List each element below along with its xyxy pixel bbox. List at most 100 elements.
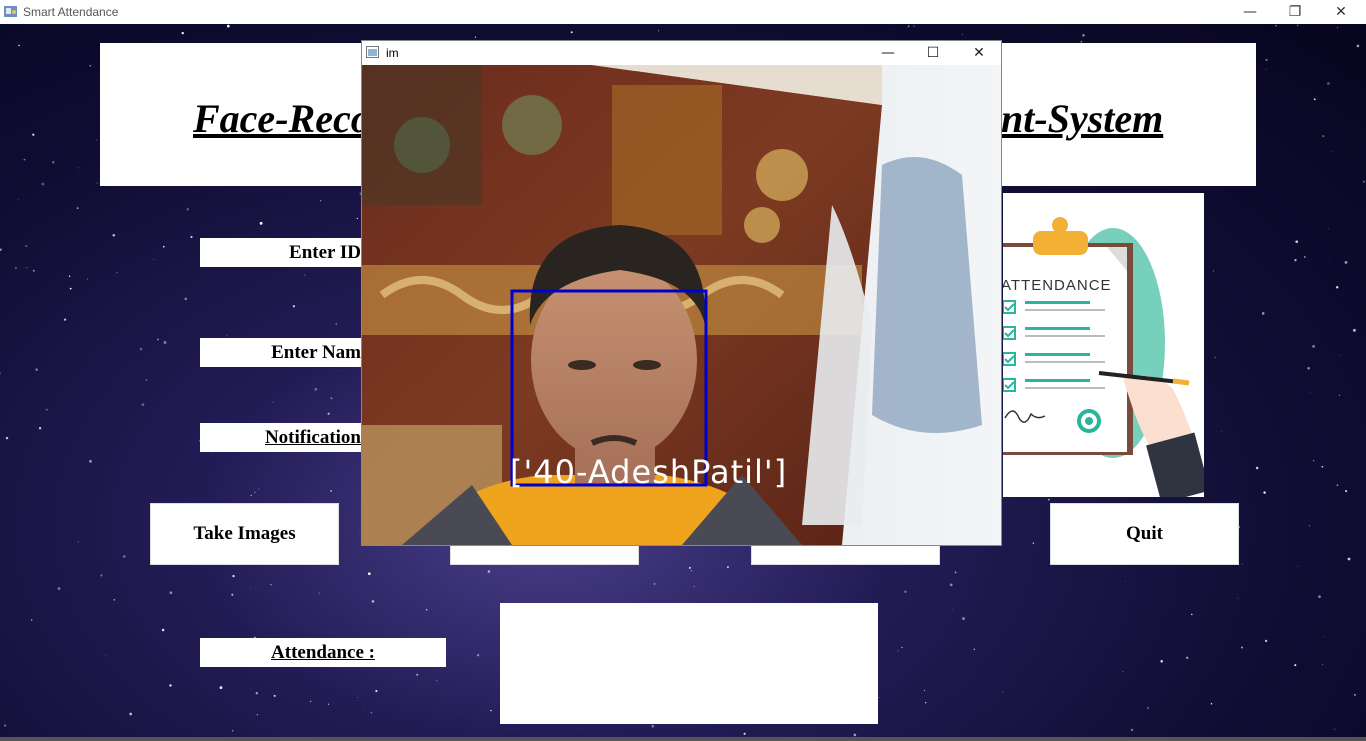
star [270,584,272,586]
star [1313,98,1316,101]
star [186,208,189,211]
star [63,318,67,321]
star [1237,597,1239,599]
star [314,387,318,391]
star [726,566,729,569]
star [52,160,55,164]
star [272,401,275,404]
star [161,628,165,632]
star [18,44,20,47]
attendance-display [500,603,878,724]
star [658,30,660,32]
attendance-label-text: Attendance : [271,641,375,663]
star [141,403,145,407]
notification-label: Notification [200,423,361,452]
star [181,31,184,35]
star [87,278,89,280]
star [1321,465,1324,468]
star [1221,431,1222,432]
star [4,724,7,727]
camera-window-title: im [386,46,399,60]
star [363,709,365,711]
star [32,269,35,272]
enter-name-label-text: Enter Nam [271,341,361,363]
camera-window[interactable]: im — ☐ ✕ ['40-AdeshPatil'] [361,40,1002,546]
star [31,619,33,621]
star [1312,344,1316,348]
star [878,696,880,698]
star [358,533,360,535]
star [1327,228,1329,230]
star [162,245,165,248]
camera-maximize-button[interactable]: ☐ [910,41,956,65]
camera-feed: ['40-AdeshPatil'] [362,65,1001,545]
star [1334,728,1336,730]
star [1336,27,1338,29]
star [688,566,691,569]
header-title-left: Face-Reco [193,96,371,141]
camera-close-button[interactable]: ✕ [956,41,1002,65]
illustration-heading: ATTENDANCE [1003,277,1112,294]
star [330,490,332,492]
quit-button[interactable]: Quit [1050,503,1239,565]
star [973,648,976,651]
enter-id-label-text: Enter ID [289,241,361,263]
camera-minimize-button[interactable]: — [865,41,911,65]
notification-label-text: Notification [264,426,361,448]
star [32,133,35,136]
star [367,572,371,576]
star [1264,639,1268,643]
star [1214,356,1216,359]
close-button[interactable]: ✕ [1318,0,1364,24]
star [184,297,188,301]
star [1210,702,1213,705]
star [1265,58,1268,61]
star [743,732,746,735]
star [77,167,79,169]
star [961,34,963,35]
star [129,712,133,716]
star [231,729,234,732]
star [416,673,419,676]
star [255,692,258,695]
star [487,570,491,573]
star [949,583,953,587]
star [231,593,234,596]
star [1327,82,1330,85]
star [96,182,98,184]
clipboard-illustration: ATTENDANCE [1003,217,1204,497]
enter-id-label: Enter ID [200,238,361,267]
star [1330,150,1332,152]
star [25,245,28,248]
taskbar-edge [0,737,1366,741]
star [1122,670,1124,672]
star [256,714,258,716]
star [370,711,373,714]
star [258,488,260,490]
star [1047,498,1050,501]
star [1212,270,1214,272]
star [1323,636,1325,638]
star [309,700,312,703]
star [116,271,118,273]
star [330,397,333,400]
star [335,323,337,325]
star [1263,491,1266,494]
attendance-label: Attendance : [200,638,446,667]
app-title: Smart Attendance [23,5,119,19]
take-images-button[interactable]: Take Images [150,503,339,565]
star [436,680,438,682]
restore-button[interactable]: ❐ [1272,0,1318,24]
star [169,684,172,687]
star [1321,664,1324,666]
star [156,338,159,341]
star [357,697,359,698]
star [356,217,358,220]
minimize-button[interactable]: — [1227,0,1273,24]
star [163,341,167,344]
star [1294,259,1297,262]
star [904,590,907,594]
star [1352,328,1356,332]
camera-window-title-bar[interactable]: im — ☐ ✕ [362,41,1001,65]
star [1336,286,1339,289]
